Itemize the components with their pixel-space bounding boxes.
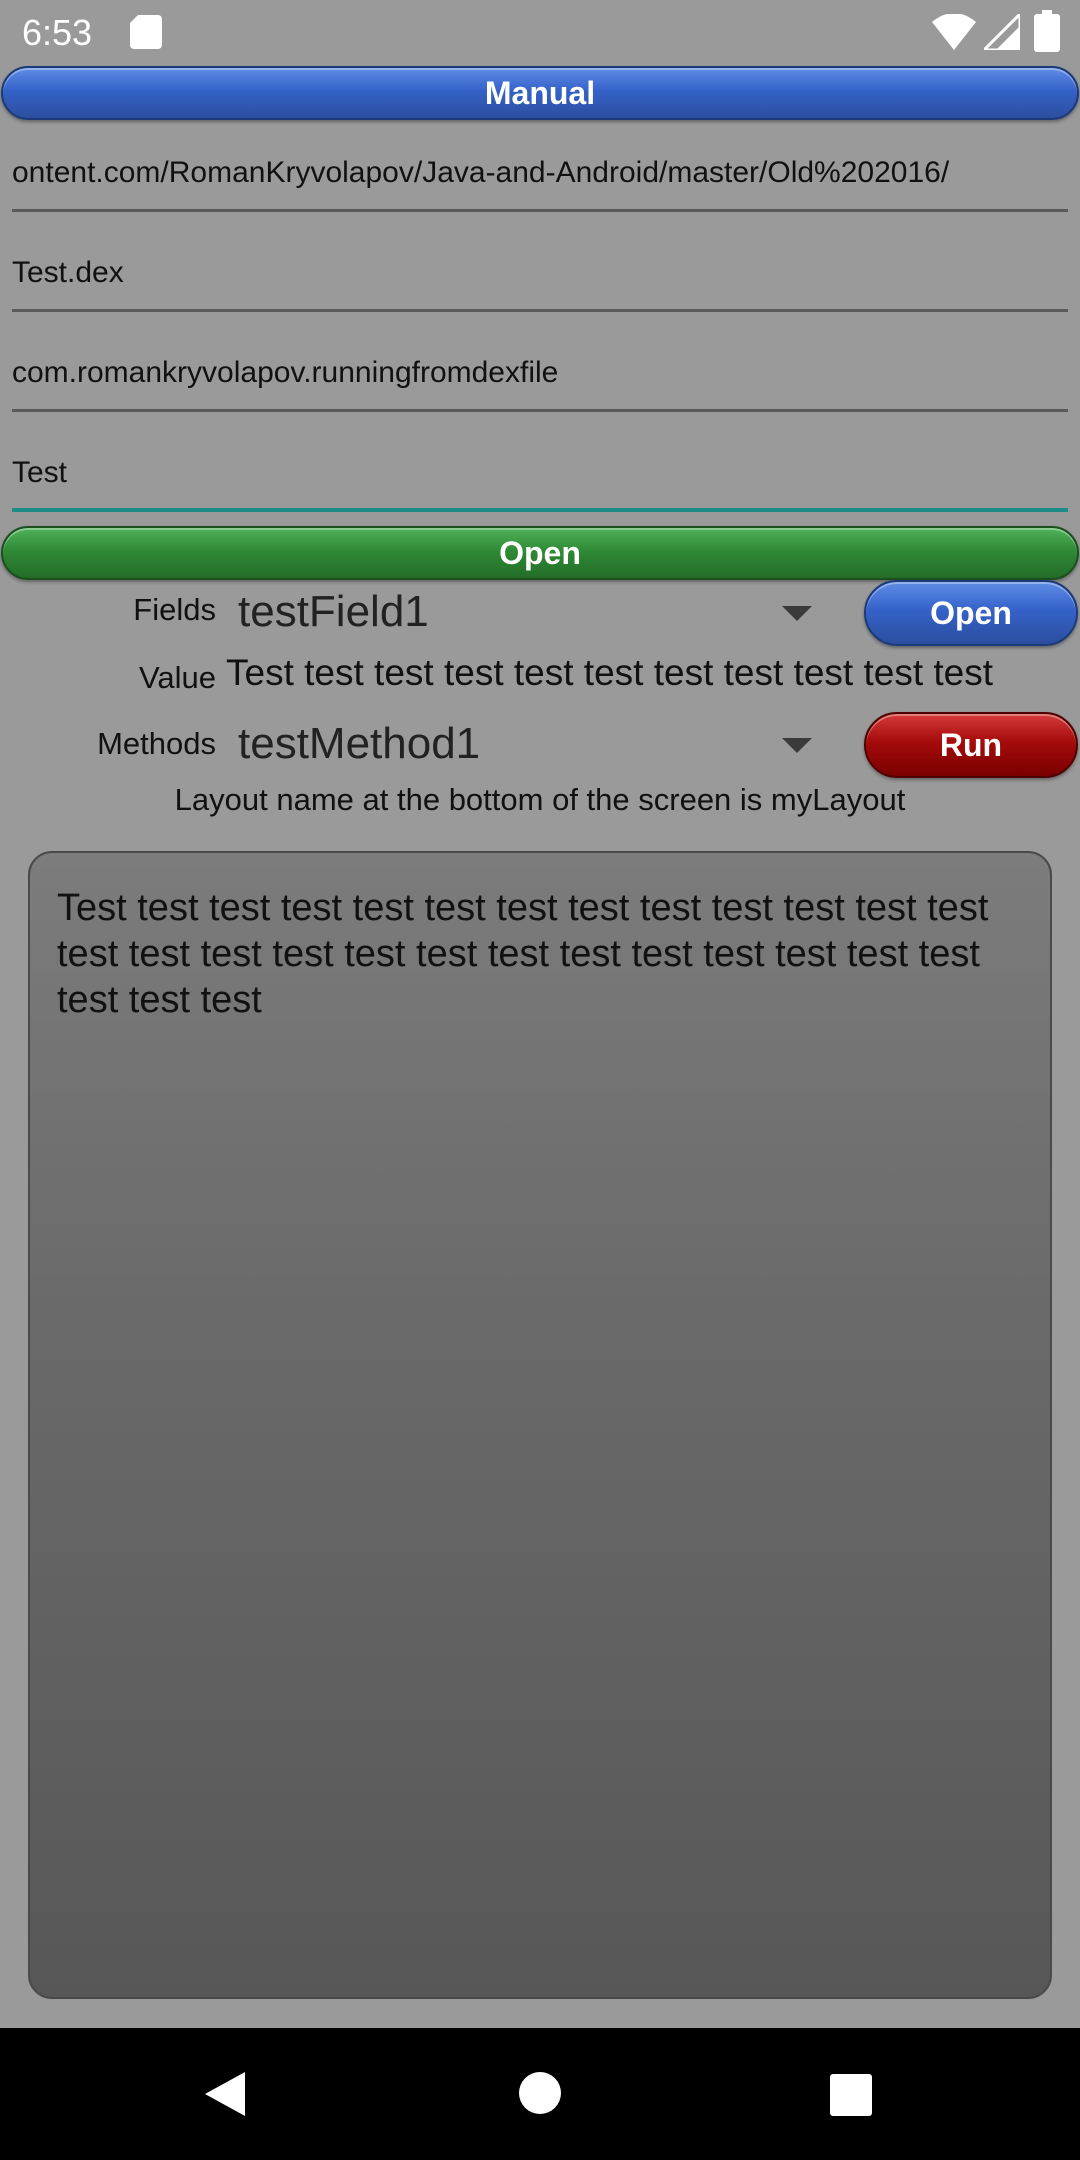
methods-spinner[interactable]: testMethod1	[238, 719, 480, 769]
run-button[interactable]: Run	[864, 712, 1078, 778]
output-text: Test test test test test test test test …	[57, 887, 989, 1021]
fields-label: Fields	[133, 592, 216, 627]
open-button[interactable]: Open	[1, 526, 1079, 580]
battery-icon	[1034, 10, 1060, 52]
url-field[interactable]: ontent.com/RomanKryvolapov/Java-and-Andr…	[12, 148, 1068, 212]
package-field[interactable]: com.romankryvolapov.runningfromdexfile	[12, 348, 1068, 412]
home-icon[interactable]	[519, 2072, 561, 2114]
layout-note: Layout name at the bottom of the screen …	[174, 782, 906, 817]
status-time: 6:53	[22, 12, 93, 53]
wifi-icon	[932, 14, 976, 50]
value-label: Value	[139, 660, 216, 695]
recents-icon[interactable]	[830, 2074, 872, 2116]
manual-button[interactable]: Manual	[1, 66, 1079, 120]
signal-icon	[984, 14, 1020, 50]
fields-spinner[interactable]: testField1	[238, 587, 429, 637]
dropdown-arrow-icon[interactable]	[782, 738, 812, 753]
dropdown-arrow-icon[interactable]	[782, 606, 812, 621]
output-panel: Test test test test test test test test …	[28, 851, 1052, 1999]
class-field[interactable]: Test	[12, 448, 1068, 512]
field-value-text: Test test test test test test test test …	[226, 652, 994, 693]
open-field-button[interactable]: Open	[864, 580, 1078, 646]
dex-file-field[interactable]: Test.dex	[12, 248, 1068, 312]
sd-card-icon	[130, 15, 162, 49]
status-bar	[0, 0, 1080, 64]
methods-label: Methods	[97, 726, 216, 761]
back-icon[interactable]	[203, 2070, 247, 2118]
